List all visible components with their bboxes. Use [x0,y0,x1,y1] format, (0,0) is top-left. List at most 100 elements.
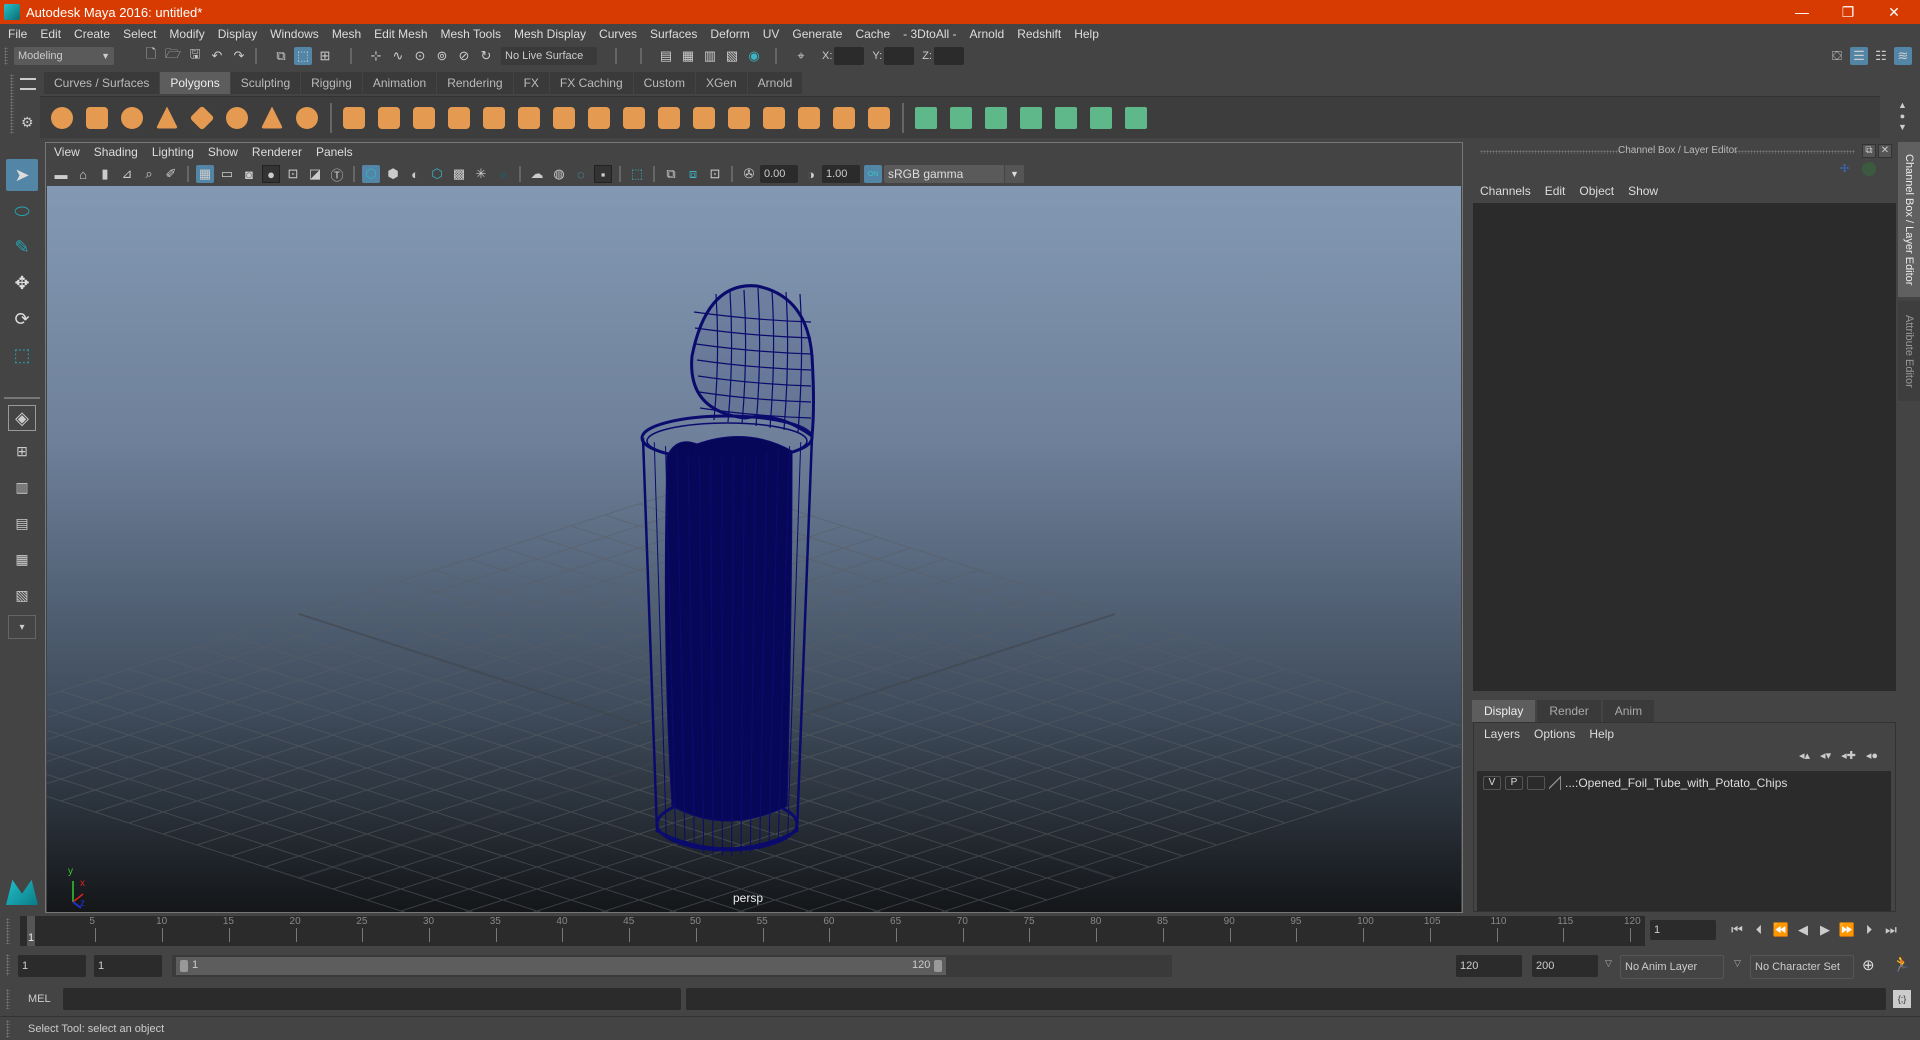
single-view-layout-icon[interactable]: ◈ [8,405,36,431]
go-to-start-icon[interactable]: ⏮ [1728,921,1746,939]
undo-icon[interactable]: ↶ [208,47,226,65]
camera-attributes-icon[interactable]: ⌂ [74,165,92,183]
y-field[interactable] [884,47,915,65]
snap-view-plane-icon[interactable]: ⊚ [433,47,451,65]
current-frame-field[interactable]: 1 [1650,920,1716,940]
playback-end-field[interactable]: 120 [1456,955,1522,977]
close-button[interactable]: ✕ [1872,0,1916,24]
end-time-field[interactable]: 200 [1532,955,1598,977]
drag-handle[interactable] [1735,150,1855,154]
channel-box-menu-edit[interactable]: Edit [1545,184,1566,198]
layer-row[interactable]: V P ...:Opened_Foil_Tube_with_Potato_Chips [1483,776,1787,790]
menu-generate[interactable]: Generate [792,27,842,41]
film-gate-icon[interactable]: ▭ [218,165,236,183]
start-time-field[interactable]: 1 [18,955,86,977]
2d-pan-zoom-icon[interactable]: ⌕ [140,165,158,183]
menu-modify[interactable]: Modify [169,27,204,41]
new-layer-selected-icon[interactable]: ◂● [1866,749,1878,762]
play-backwards-icon[interactable]: ◀ [1794,921,1812,939]
shelf-tab-rigging[interactable]: Rigging [301,72,362,94]
smooth-shade-icon[interactable]: ⬢ [384,165,402,183]
safe-title-icon[interactable]: Ⓣ [328,165,346,183]
script-editor-icon[interactable]: {;} [1893,990,1911,1008]
channel-box-menu-object[interactable]: Object [1579,184,1614,198]
step-forward-key-icon[interactable]: ⏵ [1860,921,1878,939]
poly-cone-icon[interactable] [153,104,181,132]
lasso-tool-icon[interactable]: ⬭ [6,195,38,227]
wireframe-icon[interactable]: ⬡ [362,165,380,183]
hypershade-persp-layout-icon[interactable]: ▦ [6,543,38,575]
anti-aliasing-icon[interactable]: ◌ [572,165,590,183]
menu-surfaces[interactable]: Surfaces [650,27,697,41]
planar-map-icon[interactable] [912,104,940,132]
live-surface-field[interactable]: No Live Surface [501,47,597,65]
menu-mesh-tools[interactable]: Mesh Tools [441,27,501,41]
combine-icon[interactable] [340,104,368,132]
fill-hole-icon[interactable] [655,104,683,132]
layer-menu-help[interactable]: Help [1589,727,1614,741]
xray-joints-icon[interactable]: ⊡ [706,165,724,183]
gamma-icon[interactable]: ◑ [802,165,820,183]
poly-cube-icon[interactable] [83,104,111,132]
character-set-field[interactable]: No Character Set [1750,955,1854,979]
speed-icon[interactable] [1862,162,1876,176]
textured-icon[interactable]: ▩ [450,165,468,183]
hypershade-icon[interactable]: ◉ [745,47,763,65]
safe-action-icon[interactable]: ◪ [306,165,324,183]
four-view-layout-icon[interactable]: ⊞ [6,435,38,467]
gate-mask-icon[interactable]: ● [262,165,280,183]
grid-icon[interactable]: ▦ [196,165,214,183]
render-settings-icon[interactable]: ▧ [723,47,741,65]
poly-torus-icon[interactable] [223,104,251,132]
ipr-render-icon[interactable]: ▥ [701,47,719,65]
select-hierarchy-icon[interactable]: ⧉ [272,47,290,65]
layer-name[interactable]: ...:Opened_Foil_Tube_with_Potato_Chips [1565,776,1787,790]
viewport-menu-lighting[interactable]: Lighting [152,145,194,161]
animation-preferences-icon[interactable]: 🏃 [1892,955,1911,973]
motion-blur-icon[interactable]: ◍ [550,165,568,183]
anim-layer-dropdown-icon[interactable]: ▽ [1605,958,1612,969]
poly-sphere-icon[interactable] [48,104,76,132]
viewport-menu-show[interactable]: Show [208,145,238,161]
edge-loop-icon[interactable] [725,104,753,132]
snap-grid-icon[interactable]: ⊹ [367,47,385,65]
transform-input-icon[interactable]: ⌖ [792,47,810,65]
persp-outliner-graph-layout-icon[interactable]: ▧ [6,579,38,611]
menu-file[interactable]: File [8,27,27,41]
time-slider[interactable]: 1 5 10 15 20 25 30 35 40 45 50 55 60 65 70 75 80 85 90 95 1… [20,916,1645,946]
channel-box-toggle-icon[interactable]: ≋ [1894,47,1912,65]
go-to-end-icon[interactable]: ⏭ [1882,921,1900,939]
drag-handle[interactable] [1480,150,1620,154]
viewport-menu-panels[interactable]: Panels [316,145,353,161]
paint-select-tool-icon[interactable]: ✎ [6,231,38,263]
drag-handle[interactable] [4,47,8,65]
range-end-handle[interactable] [934,960,942,972]
unfold-icon[interactable] [1052,104,1080,132]
persp-graph-layout-icon[interactable]: ▤ [6,507,38,539]
depth-of-field-icon[interactable]: ▪ [594,165,612,183]
wireframe-on-shaded-icon[interactable]: ⬡ [428,165,446,183]
select-camera-icon[interactable]: ▬ [52,165,70,183]
menu-cache[interactable]: Cache [855,27,890,41]
menu-windows[interactable]: Windows [270,27,319,41]
menu-set-dropdown[interactable]: Modeling ▼ [14,47,114,65]
3d-viewport[interactable]: y x z persp [47,186,1461,912]
menu-select[interactable]: Select [123,27,156,41]
open-scene-icon[interactable]: 🗁 [164,46,182,65]
select-object-icon[interactable]: ⬚ [294,47,312,65]
side-tab-attribute-editor[interactable]: Attribute Editor [1898,301,1920,401]
cylindrical-map-icon[interactable] [947,104,975,132]
smooth-icon[interactable] [445,104,473,132]
bevel-icon[interactable] [480,104,508,132]
restore-button[interactable]: ❐ [1826,0,1870,24]
insert-loop-icon[interactable] [760,104,788,132]
shelf-tab-polygons[interactable]: Polygons [160,72,230,94]
menu-deform[interactable]: Deform [710,27,749,41]
menu-mesh-display[interactable]: Mesh Display [514,27,586,41]
attribute-editor-toggle-icon[interactable]: ☰ [1850,47,1868,65]
snap-curve-icon[interactable]: ∿ [389,47,407,65]
scale-tool-icon[interactable]: ⬚ [6,339,38,371]
gamma-field[interactable]: 1.00 [822,165,860,183]
shelf-drag-handle[interactable] [10,74,14,134]
layer-visibility-toggle[interactable]: V [1483,776,1501,790]
